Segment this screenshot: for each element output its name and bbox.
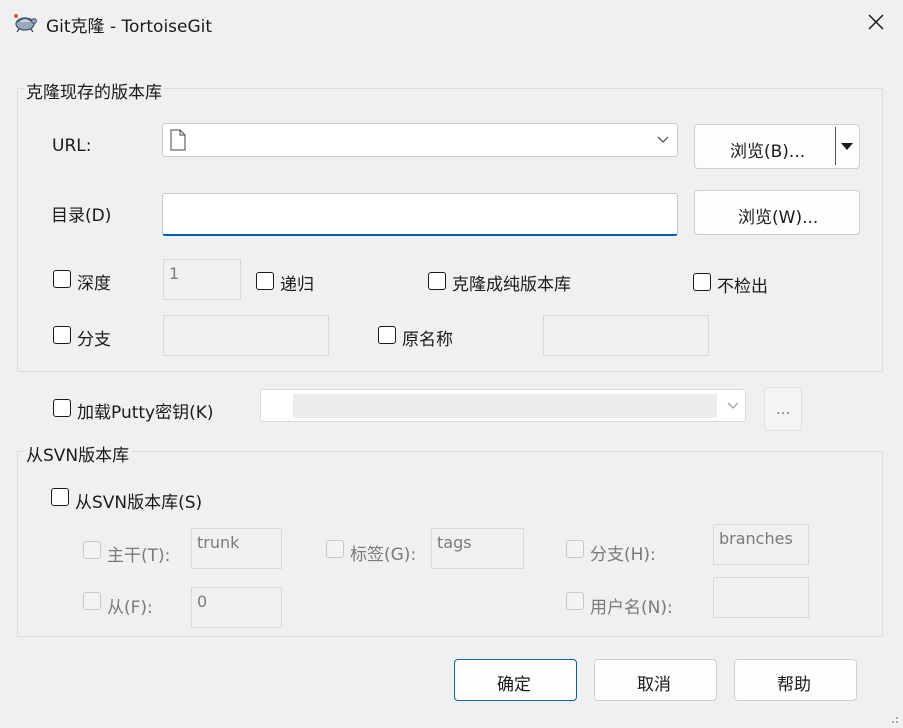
resize-grip-icon[interactable] [886, 711, 900, 725]
from-svn-label: 从SVN版本库(S) [75, 493, 203, 513]
tags-checkbox[interactable] [326, 540, 344, 558]
trunk-value: trunk [197, 533, 240, 552]
recursive-label: 递归 [280, 275, 314, 295]
help-button[interactable]: 帮助 [734, 659, 857, 701]
help-label: 帮助 [777, 675, 811, 695]
browse-b-divider [835, 127, 836, 165]
branch-input[interactable] [163, 315, 329, 356]
recursive-checkbox[interactable] [256, 272, 274, 290]
browse-b-label: 浏览(B)... [730, 142, 806, 162]
origin-input[interactable] [543, 315, 709, 356]
tags-label: 标签(G): [350, 545, 417, 565]
bare-checkbox[interactable] [428, 272, 446, 290]
title-bar: Git克隆 - TortoiseGit [0, 0, 903, 46]
close-icon [868, 14, 884, 30]
putty-browse-button[interactable]: ... [764, 387, 802, 431]
trunk-label: 主干(T): [107, 546, 171, 566]
putty-browse-label: ... [776, 400, 791, 418]
depth-label: 深度 [77, 274, 111, 294]
browse-w-label: 浏览(W)... [738, 208, 819, 228]
dir-input[interactable] [162, 193, 678, 236]
ok-button[interactable]: 确定 [454, 659, 577, 701]
chevron-down-icon [657, 136, 669, 143]
origin-label: 原名称 [402, 330, 453, 350]
from-label: 从(F): [107, 598, 153, 618]
svn-group-title: 从SVN版本库 [24, 441, 132, 466]
tortoise-icon [12, 10, 38, 34]
no-checkout-label: 不检出 [717, 277, 768, 297]
branches-value: branches [719, 529, 793, 548]
branches-checkbox[interactable] [566, 540, 584, 558]
from-value: 0 [197, 592, 208, 611]
cancel-button[interactable]: 取消 [594, 659, 717, 701]
close-button[interactable] [860, 8, 892, 38]
putty-value-field [293, 394, 717, 418]
cancel-label: 取消 [637, 675, 671, 695]
bare-label: 克隆成纯版本库 [452, 275, 571, 295]
dir-label: 目录(D) [51, 206, 112, 226]
tags-input[interactable]: tags [431, 528, 524, 569]
branches-label: 分支(H): [590, 545, 656, 565]
trunk-input[interactable]: trunk [191, 528, 282, 569]
putty-combobox[interactable] [260, 389, 746, 422]
putty-label: 加载Putty密钥(K) [77, 403, 214, 423]
browse-w-button[interactable]: 浏览(W)... [694, 190, 860, 235]
from-checkbox[interactable] [83, 592, 101, 610]
branch-label: 分支 [77, 330, 111, 350]
url-combobox[interactable] [162, 123, 678, 157]
browse-b-button[interactable]: 浏览(B)... [694, 124, 860, 169]
depth-value: 1 [169, 264, 180, 283]
username-checkbox[interactable] [566, 592, 584, 610]
window-title: Git克隆 - TortoiseGit [46, 17, 213, 37]
dropdown-arrow-icon[interactable] [841, 143, 853, 151]
url-label: URL: [52, 136, 92, 156]
clone-group-title: 克隆现存的版本库 [24, 78, 164, 103]
from-svn-checkbox[interactable] [51, 488, 69, 506]
putty-checkbox[interactable] [53, 399, 71, 417]
tags-value: tags [437, 533, 472, 552]
file-icon [170, 129, 186, 151]
branches-input[interactable]: branches [713, 524, 809, 565]
from-input[interactable]: 0 [191, 587, 282, 628]
no-checkout-checkbox[interactable] [693, 273, 711, 291]
depth-input[interactable]: 1 [163, 259, 241, 300]
ok-label: 确定 [497, 675, 531, 695]
chevron-down-icon [727, 402, 739, 409]
depth-checkbox[interactable] [53, 270, 71, 288]
branch-checkbox[interactable] [53, 326, 71, 344]
trunk-checkbox[interactable] [83, 541, 101, 559]
origin-checkbox[interactable] [378, 326, 396, 344]
username-label: 用户名(N): [590, 598, 673, 618]
username-input[interactable] [713, 577, 809, 618]
